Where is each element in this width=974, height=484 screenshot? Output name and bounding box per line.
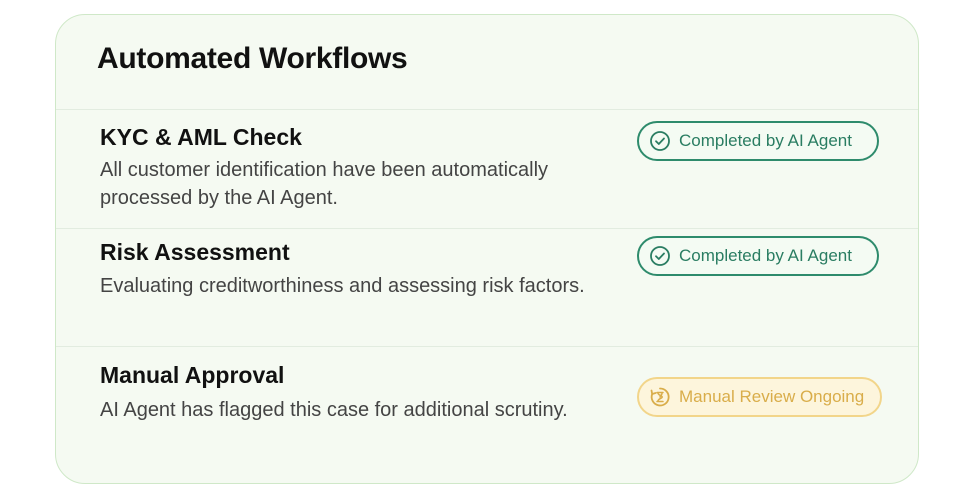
workflow-title: Risk Assessment bbox=[100, 239, 290, 265]
status-badge: Completed by AI Agent bbox=[637, 236, 879, 276]
automated-workflows-card: Automated Workflows KYC & AML Check All … bbox=[55, 14, 919, 484]
workflow-title: KYC & AML Check bbox=[100, 124, 302, 150]
status-badge: Completed by AI Agent bbox=[637, 121, 879, 161]
hourglass-refresh-icon bbox=[650, 387, 670, 407]
workflow-row-kyc-aml: KYC & AML Check All customer identificat… bbox=[56, 110, 918, 229]
card-header: Automated Workflows bbox=[56, 15, 918, 110]
status-badge-label: Manual Review Ongoing bbox=[679, 387, 865, 406]
status-badge-label: Completed by AI Agent bbox=[679, 246, 852, 265]
check-circle-icon bbox=[650, 131, 670, 151]
workflow-row-risk-assessment: Risk Assessment Evaluating creditworthin… bbox=[56, 229, 918, 347]
workflow-description: All customer identification have been au… bbox=[100, 159, 549, 209]
workflow-description: Evaluating creditworthiness and assessin… bbox=[100, 275, 585, 297]
status-badge: Manual Review Ongoing bbox=[637, 377, 882, 417]
check-circle-icon bbox=[650, 246, 670, 266]
card-title: Automated Workflows bbox=[97, 42, 408, 75]
workflow-description: AI Agent has flagged this case for addit… bbox=[100, 399, 568, 421]
workflow-title: Manual Approval bbox=[100, 362, 285, 388]
status-badge-label: Completed by AI Agent bbox=[679, 131, 852, 150]
workflow-row-manual-approval: Manual Approval AI Agent has flagged thi… bbox=[56, 347, 918, 483]
